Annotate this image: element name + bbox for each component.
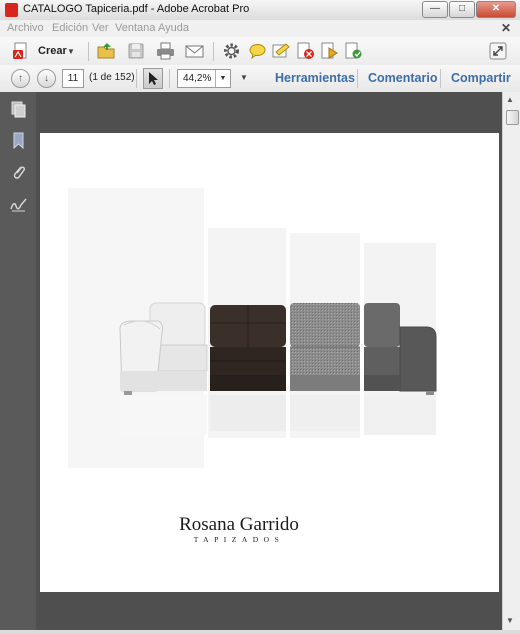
scrollbar-thumb[interactable]: [506, 110, 519, 125]
pane-divider: [440, 69, 441, 88]
email-icon[interactable]: [185, 42, 204, 60]
acrobat-app-icon: [5, 3, 18, 17]
window-title: CATALOGO Tapiceria.pdf - Adobe Acrobat P…: [23, 3, 250, 15]
navigation-panel: [0, 92, 36, 634]
toolbar-divider: [136, 69, 137, 88]
vertical-scrollbar[interactable]: ▲ ▼: [502, 92, 520, 630]
toolbar-divider: [213, 42, 214, 61]
brand-logo-name: Rosana Garrido: [179, 514, 299, 535]
toolbar-divider: [169, 69, 170, 88]
close-window-button[interactable]: ✕: [476, 1, 516, 18]
brand-logo-subtitle: TAPIZADOS: [194, 535, 285, 544]
pdf-page: Rosana Garrido TAPIZADOS: [40, 133, 499, 592]
minimize-button[interactable]: —: [422, 1, 448, 18]
pane-divider: [357, 69, 358, 88]
menu-edicion[interactable]: Edición: [52, 22, 88, 34]
zoom-value: 44,2%: [183, 73, 212, 84]
select-tool-button[interactable]: [143, 68, 163, 89]
zoom-dropdown-icon[interactable]: ▼: [215, 70, 230, 87]
scroll-up-arrow-icon[interactable]: ▲: [506, 95, 514, 104]
close-document-button[interactable]: ✕: [501, 21, 511, 35]
comentario-pane-button[interactable]: Comentario: [368, 71, 437, 85]
menu-ver[interactable]: Ver: [92, 22, 109, 34]
zoom-select[interactable]: 44,2% ▼: [177, 69, 231, 88]
settings-gear-icon[interactable]: [222, 42, 241, 60]
compartir-pane-button[interactable]: Compartir: [451, 71, 511, 85]
page-count-label: (1 de 152): [89, 72, 135, 83]
menu-bar: Archivo Edición Ver Ventana Ayuda ✕: [0, 20, 520, 38]
page-thumbnails-icon[interactable]: [10, 101, 27, 118]
floor-reflection: [120, 395, 207, 435]
attachments-paperclip-icon[interactable]: [10, 164, 27, 181]
scroll-down-arrow-icon[interactable]: ▼: [506, 616, 514, 625]
bookmarks-icon[interactable]: [10, 132, 27, 149]
document-area: Rosana Garrido TAPIZADOS: [36, 92, 502, 630]
menu-ayuda[interactable]: Ayuda: [158, 22, 189, 34]
main-toolbar: Crear ▼: [0, 37, 520, 66]
window-bottom-border: [0, 630, 520, 634]
crear-dropdown-caret-icon[interactable]: ▼: [67, 47, 75, 56]
navigation-toolbar: ↑ ↓ 11 (1 de 152) 44,2% ▼ ▼ Herramientas…: [0, 65, 520, 93]
floor-reflection: [364, 395, 436, 435]
previous-page-button[interactable]: ↑: [11, 69, 30, 88]
save-icon[interactable]: [127, 42, 146, 60]
menu-ventana[interactable]: Ventana: [115, 22, 155, 34]
sofa-brown-section: [210, 305, 286, 391]
open-folder-icon[interactable]: [97, 42, 116, 60]
next-page-button[interactable]: ↓: [37, 69, 56, 88]
floor-reflection: [210, 395, 286, 431]
comment-bubble-icon[interactable]: [248, 42, 267, 60]
herramientas-pane-button[interactable]: Herramientas: [275, 71, 355, 85]
stamp-icon[interactable]: [296, 42, 315, 60]
highlight-icon[interactable]: [272, 42, 291, 60]
sofa-grey-tweed-section: [290, 303, 360, 391]
menu-archivo[interactable]: Archivo: [7, 22, 44, 34]
signatures-icon[interactable]: [10, 196, 27, 213]
crear-button[interactable]: Crear: [38, 45, 67, 57]
print-icon[interactable]: [156, 42, 175, 60]
document-review-icon[interactable]: [320, 42, 339, 60]
create-pdf-icon[interactable]: [12, 42, 31, 60]
window-title-bar: CATALOGO Tapiceria.pdf - Adobe Acrobat P…: [0, 0, 520, 21]
floor-reflection: [290, 395, 360, 431]
toolbar-divider: [88, 42, 89, 61]
attach-icon[interactable]: [344, 42, 363, 60]
expand-fullscreen-icon[interactable]: [489, 42, 507, 60]
page-display-dropdown-icon[interactable]: ▼: [240, 73, 248, 82]
maximize-button[interactable]: □: [449, 1, 475, 18]
catalog-page-content: Rosana Garrido TAPIZADOS: [68, 188, 437, 544]
page-number-input[interactable]: 11: [62, 69, 84, 88]
arrow-cursor-icon: [149, 72, 158, 85]
